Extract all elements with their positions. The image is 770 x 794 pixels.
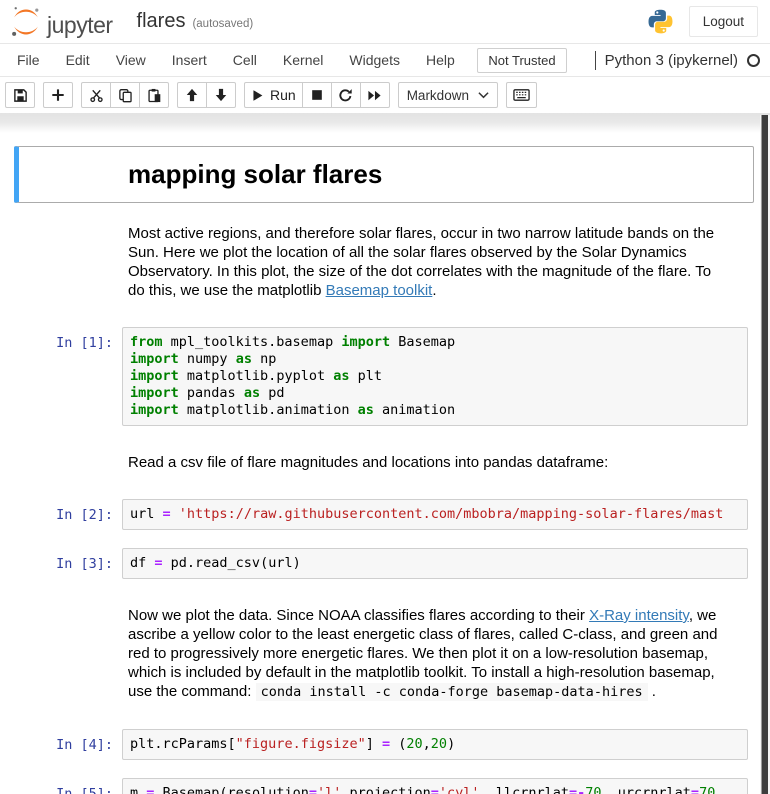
code-input-4[interactable]: plt.rcParams["figure.figsize"] = (20,20) bbox=[122, 729, 748, 760]
arrow-up-icon bbox=[185, 88, 199, 102]
kernel-name: Python 3 (ipykernel) bbox=[605, 52, 738, 69]
menu-widgets[interactable]: Widgets bbox=[336, 45, 413, 75]
markdown-cell-intro[interactable]: Most active regions, and therefore solar… bbox=[14, 209, 754, 315]
input-prompt: In [5]: bbox=[24, 778, 122, 794]
move-cell-up-button[interactable] bbox=[177, 82, 207, 108]
menu-view[interactable]: View bbox=[103, 45, 159, 75]
jupyter-notebook-app: jupyter flares (autosaved) Logout File E… bbox=[0, 0, 770, 794]
code-cell-3[interactable]: In [3]: df = pd.read_csv(url) bbox=[14, 542, 754, 585]
markdown-cell-plot-explanation[interactable]: Now we plot the data. Since NOAA classif… bbox=[14, 591, 754, 717]
paste-cell-button[interactable] bbox=[139, 82, 169, 108]
markdown-cell-read-csv[interactable]: Read a csv file of flare magnitudes and … bbox=[14, 438, 754, 487]
menu-cell[interactable]: Cell bbox=[220, 45, 270, 75]
python-logo-icon bbox=[647, 8, 674, 35]
intro-paragraph: Most active regions, and therefore solar… bbox=[128, 224, 721, 300]
code-cell-1[interactable]: In [1]: from mpl_toolkits.basemap import… bbox=[14, 321, 754, 432]
notebook-title[interactable]: flares bbox=[137, 10, 186, 33]
command-palette-button[interactable] bbox=[506, 82, 537, 108]
jupyter-logo[interactable]: jupyter bbox=[8, 4, 113, 40]
restart-run-all-button[interactable] bbox=[360, 82, 390, 108]
plus-icon bbox=[51, 88, 65, 102]
code-cell-5[interactable]: In [5]: m = Basemap(resolution='l',proje… bbox=[14, 772, 754, 794]
paste-icon bbox=[147, 88, 162, 103]
markdown-cell-title[interactable]: mapping solar flares bbox=[14, 146, 754, 203]
play-icon bbox=[251, 89, 264, 102]
menu-bar: File Edit View Insert Cell Kernel Widget… bbox=[0, 44, 770, 77]
restart-icon bbox=[338, 88, 353, 103]
menu-kernel[interactable]: Kernel bbox=[270, 45, 336, 75]
cell-prompt-empty bbox=[24, 152, 122, 197]
code-input-2[interactable]: url = 'https://raw.githubusercontent.com… bbox=[122, 499, 748, 530]
input-prompt: In [3]: bbox=[24, 548, 122, 579]
scrollbar[interactable] bbox=[761, 115, 768, 794]
restart-kernel-button[interactable] bbox=[331, 82, 361, 108]
cut-cell-button[interactable] bbox=[81, 82, 111, 108]
cell-prompt-empty bbox=[24, 597, 122, 711]
menu-edit[interactable]: Edit bbox=[53, 45, 103, 75]
cell-type-value: Markdown bbox=[407, 88, 469, 103]
markdown-link[interactable]: X-Ray intensity bbox=[589, 607, 689, 624]
arrow-down-icon bbox=[214, 88, 228, 102]
code-input-1[interactable]: from mpl_toolkits.basemap import Basemap… bbox=[122, 327, 748, 426]
keyboard-icon bbox=[513, 88, 530, 102]
chevron-down-icon bbox=[478, 91, 489, 99]
input-prompt: In [4]: bbox=[24, 729, 122, 760]
notebook-area: mapping solar flares Most active regions… bbox=[0, 133, 770, 794]
plot-explanation-paragraph: Now we plot the data. Since NOAA classif… bbox=[128, 606, 721, 702]
cell-type-select[interactable]: Markdown bbox=[398, 82, 498, 108]
code-input-3[interactable]: df = pd.read_csv(url) bbox=[122, 548, 748, 579]
input-prompt: In [2]: bbox=[24, 499, 122, 530]
copy-cell-button[interactable] bbox=[110, 82, 140, 108]
copy-icon bbox=[118, 88, 133, 103]
toolbar: Run Markdown bbox=[0, 77, 770, 113]
run-label: Run bbox=[270, 87, 296, 103]
page-title: mapping solar flares bbox=[128, 165, 742, 184]
jupyter-logo-icon bbox=[8, 4, 44, 40]
kernel-separator bbox=[595, 51, 596, 70]
interrupt-kernel-button[interactable] bbox=[302, 82, 332, 108]
autosave-status: (autosaved) bbox=[192, 13, 253, 30]
save-icon bbox=[13, 88, 28, 103]
menu-help[interactable]: Help bbox=[413, 45, 468, 75]
read-csv-paragraph: Read a csv file of flare magnitudes and … bbox=[128, 453, 721, 472]
move-cell-down-button[interactable] bbox=[206, 82, 236, 108]
not-trusted-badge[interactable]: Not Trusted bbox=[477, 48, 566, 73]
add-cell-button[interactable] bbox=[43, 82, 73, 108]
header-bar: jupyter flares (autosaved) Logout bbox=[0, 0, 770, 44]
menu-insert[interactable]: Insert bbox=[159, 45, 220, 75]
stop-icon bbox=[310, 88, 324, 102]
run-button[interactable]: Run bbox=[244, 82, 303, 108]
code-cell-2[interactable]: In [2]: url = 'https://raw.githubusercon… bbox=[14, 493, 754, 536]
jupyter-wordmark: jupyter bbox=[47, 14, 113, 40]
fast-forward-icon bbox=[367, 88, 382, 103]
menu-file[interactable]: File bbox=[4, 45, 53, 75]
markdown-link[interactable]: Basemap toolkit bbox=[326, 282, 433, 299]
save-button[interactable] bbox=[5, 82, 35, 108]
input-prompt: In [1]: bbox=[24, 327, 122, 426]
inline-code: conda install -c conda-forge basemap-dat… bbox=[256, 683, 648, 701]
code-input-5[interactable]: m = Basemap(resolution='l',projection='c… bbox=[122, 778, 748, 794]
scrollbar-track bbox=[760, 115, 770, 794]
cell-prompt-empty bbox=[24, 215, 122, 309]
cell-prompt-empty bbox=[24, 444, 122, 481]
code-cell-4[interactable]: In [4]: plt.rcParams["figure.figsize"] =… bbox=[14, 723, 754, 766]
header-shadow bbox=[0, 113, 770, 133]
logout-button[interactable]: Logout bbox=[689, 6, 758, 37]
kernel-idle-icon bbox=[747, 54, 760, 67]
scissors-icon bbox=[89, 88, 104, 103]
